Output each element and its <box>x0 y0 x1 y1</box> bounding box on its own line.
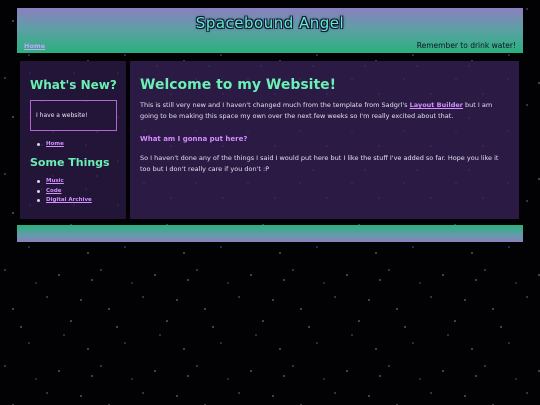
sidebar-link-music[interactable]: Music <box>46 178 64 184</box>
second-paragraph: So I haven't done any of the things I sa… <box>140 154 499 173</box>
sidebar-item-code: Code <box>37 187 92 197</box>
whats-new-heading: What's New? <box>30 78 117 92</box>
sidebar-link-home[interactable]: Home <box>46 141 64 147</box>
header-message: Remember to drink water! <box>416 41 516 50</box>
news-text: I have a website! <box>36 112 88 119</box>
left-sidebar: What's New? I have a website! Home Some … <box>20 61 126 219</box>
site-footer <box>17 225 523 242</box>
site-header: Spacebound Angel Home Remember to drink … <box>17 8 523 53</box>
layout-builder-link[interactable]: Layout Builder <box>410 101 463 109</box>
nav-home-link[interactable]: Home <box>24 42 45 50</box>
sidebar-nav-list: Home <box>37 140 64 150</box>
sidebar-link-digital-archive[interactable]: Digital Archive <box>46 197 92 203</box>
sidebar-item-music: Music <box>37 177 92 187</box>
sidebar-item-digital-archive: Digital Archive <box>37 196 92 206</box>
page-title: Welcome to my Website! <box>140 77 337 93</box>
news-box: I have a website! <box>30 100 117 131</box>
intro-paragraph: This is still very new and I haven't cha… <box>140 100 510 122</box>
section-subheading: What am I gonna put here? <box>140 135 248 143</box>
some-things-heading: Some Things <box>30 156 110 169</box>
sidebar-things-list: Music Code Digital Archive <box>37 177 92 206</box>
site-title: Spacebound Angel <box>195 14 345 32</box>
main-content: Welcome to my Website! This is still ver… <box>130 61 519 219</box>
sidebar-link-code[interactable]: Code <box>46 188 61 194</box>
sidebar-item-home: Home <box>37 140 64 150</box>
intro-text-start: This is still very new and I haven't cha… <box>140 101 410 109</box>
